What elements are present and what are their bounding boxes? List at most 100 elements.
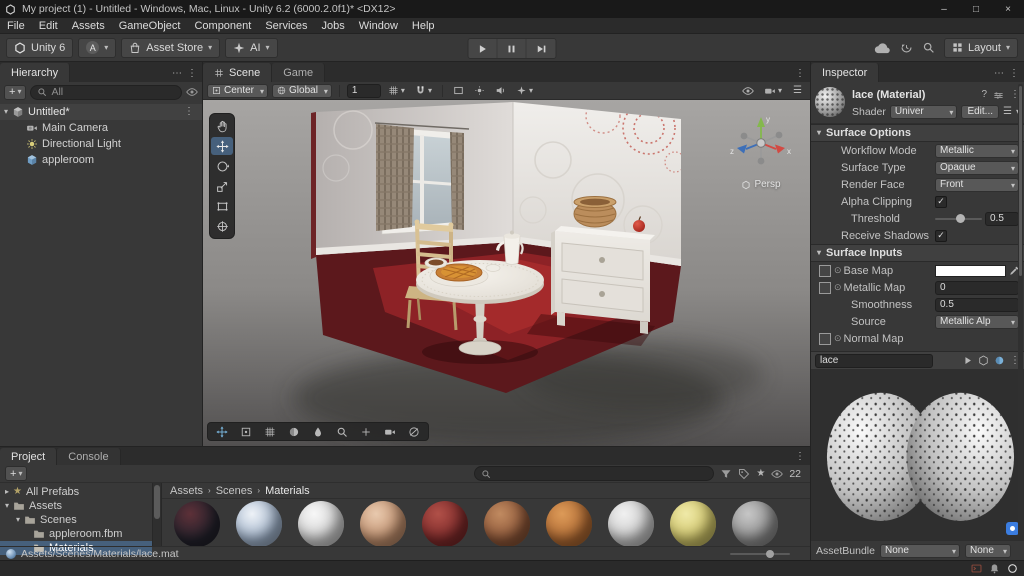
menu-item-component[interactable]: Component	[187, 18, 258, 33]
project-search-input[interactable]	[474, 466, 714, 481]
tree-item-scenes[interactable]: ▾ Scenes	[0, 513, 152, 527]
menu-item-window[interactable]: Window	[352, 18, 405, 33]
material-thumbnail[interactable]	[608, 501, 654, 546]
shader-dropdown[interactable]: Univer	[890, 105, 958, 119]
scene-header-row[interactable]: ▾ Untitled* ⋮	[0, 104, 202, 120]
tab-console[interactable]: Console	[57, 448, 120, 465]
add-gameobject-button[interactable]: + ▾	[4, 85, 26, 100]
shader-edit-button[interactable]: Edit...	[961, 105, 999, 119]
scale-tool-button[interactable]	[211, 177, 233, 195]
scene-visibility-button[interactable]	[739, 84, 757, 98]
search-icon[interactable]	[922, 41, 935, 54]
axis-gizmo-icon[interactable]: y x z	[724, 106, 798, 180]
panel-menu-icon[interactable]: ⋮	[187, 69, 197, 79]
rect-tool-button[interactable]	[211, 197, 233, 215]
breadcrumb-assets[interactable]: Assets	[170, 485, 203, 497]
snap-button[interactable]: ▾	[412, 84, 435, 98]
tool-orientation-dropdown[interactable]: Global	[272, 84, 332, 98]
material-preview-area[interactable]	[811, 369, 1024, 540]
axis-y-label[interactable]: y	[766, 115, 770, 124]
scene-3d-render[interactable]	[203, 100, 810, 446]
layout-dropdown[interactable]: Layout ▾	[944, 38, 1018, 58]
create-asset-button[interactable]: + ▾	[5, 466, 27, 481]
menu-item-help[interactable]: Help	[405, 18, 442, 33]
base-map-color-swatch[interactable]	[935, 265, 1006, 277]
object-picker-icon[interactable]: ⊙	[834, 334, 842, 343]
history-icon[interactable]	[900, 41, 913, 54]
smoothness-field[interactable]: 0.5	[935, 298, 1019, 312]
inspector-scrollbar[interactable]	[1018, 84, 1023, 536]
preview-mesh-icon[interactable]	[978, 355, 989, 366]
menu-item-services[interactable]: Services	[258, 18, 314, 33]
panel-menu-icon[interactable]: ⋮	[795, 452, 805, 462]
asset-store-button[interactable]: Asset Store ▾	[121, 38, 220, 58]
tab-project[interactable]: Project	[0, 448, 57, 465]
menu-item-edit[interactable]: Edit	[32, 18, 65, 33]
account-button[interactable]: A ▾	[78, 38, 116, 58]
material-thumbnail[interactable]	[484, 501, 530, 546]
filter-label-icon[interactable]	[738, 468, 750, 480]
material-thumbnail[interactable]	[422, 501, 468, 546]
presets-icon[interactable]	[993, 90, 1004, 101]
pivot-overlay-icon[interactable]	[235, 424, 257, 439]
hidden-items-eye-icon[interactable]	[771, 468, 783, 480]
close-button[interactable]: ×	[992, 0, 1024, 18]
hierarchy-search-input[interactable]: All	[30, 85, 182, 100]
maximize-button[interactable]: □	[960, 0, 992, 18]
material-thumbnail[interactable]	[732, 501, 778, 546]
project-tree-scrollbar[interactable]	[152, 483, 161, 546]
grid-snapping-button[interactable]: ▾	[385, 84, 408, 98]
thumbnail-size-slider[interactable]	[730, 553, 790, 555]
2d-toggle-button[interactable]	[450, 84, 467, 98]
material-thumbnail[interactable]	[360, 501, 406, 546]
assetbundle-dropdown[interactable]: None	[880, 544, 960, 558]
panel-menu-icon[interactable]: ⋮	[795, 69, 805, 79]
preview-play-icon[interactable]	[962, 355, 973, 366]
panel-menu-icon[interactable]: ⋮	[1009, 69, 1019, 79]
scene-camera-button[interactable]: ▾	[761, 84, 785, 98]
slider-thumb[interactable]	[766, 550, 774, 558]
assetbundle-variant-dropdown[interactable]: None	[965, 544, 1011, 558]
transform-tool-button[interactable]	[211, 217, 233, 235]
source-dropdown[interactable]: Metallic Alp	[935, 315, 1019, 329]
metallic-map-texture-slot[interactable]	[819, 282, 831, 294]
persp-label[interactable]: Persp	[754, 179, 780, 190]
shading-overlay-icon[interactable]	[283, 424, 305, 439]
grid-overlay-icon[interactable]	[259, 424, 281, 439]
alpha-clipping-checkbox[interactable]: ✓	[935, 196, 947, 208]
save-search-icon[interactable]: ★	[756, 469, 765, 479]
axis-x-label[interactable]: x	[787, 147, 791, 156]
material-thumbnail[interactable]	[298, 501, 344, 546]
move-overlay-icon[interactable]	[211, 424, 233, 439]
hand-tool-button[interactable]	[211, 117, 233, 135]
unity-version-button[interactable]: Unity 6	[6, 38, 73, 58]
tab-inspector[interactable]: Inspector	[811, 63, 879, 82]
breadcrumb-materials[interactable]: Materials	[265, 485, 310, 497]
surface-inputs-header[interactable]: ▾ Surface Inputs	[811, 244, 1024, 262]
workflow-mode-dropdown[interactable]: Metallic	[935, 144, 1019, 158]
scene-lighting-button[interactable]	[471, 84, 488, 98]
grid-size-field[interactable]: 1	[347, 84, 381, 98]
threshold-slider[interactable]	[935, 218, 982, 220]
scene-orientation-gizmo[interactable]: y x z Persp	[724, 106, 798, 190]
hierarchy-item-main-camera[interactable]: Main Camera	[0, 120, 202, 136]
material-thumbnail[interactable]	[236, 501, 282, 546]
render-face-dropdown[interactable]: Front	[935, 178, 1019, 192]
breadcrumb-scenes[interactable]: Scenes	[216, 485, 253, 497]
console-status-icon[interactable]	[971, 563, 982, 574]
receive-shadows-checkbox[interactable]: ✓	[935, 230, 947, 242]
panel-more-icon[interactable]: ⋯	[172, 69, 182, 79]
preview-sphere-icon[interactable]	[994, 355, 1005, 366]
object-picker-icon[interactable]: ⊙	[834, 283, 842, 292]
background-progress-icon[interactable]	[1007, 563, 1018, 574]
rotate-tool-button[interactable]	[211, 157, 233, 175]
material-thumbnail[interactable]	[546, 501, 592, 546]
paint-overlay-icon[interactable]	[307, 424, 329, 439]
normal-map-texture-slot[interactable]	[819, 333, 831, 345]
search-overlay-icon[interactable]	[331, 424, 353, 439]
scene-menu-icon[interactable]: ⋮	[184, 107, 194, 117]
scene-viewport[interactable]: y x z Persp	[203, 100, 810, 446]
tool-pivot-dropdown[interactable]: Center	[207, 84, 268, 98]
tree-item-appleroom-fbm[interactable]: appleroom.fbm	[0, 527, 152, 541]
eye-icon[interactable]	[186, 86, 198, 98]
